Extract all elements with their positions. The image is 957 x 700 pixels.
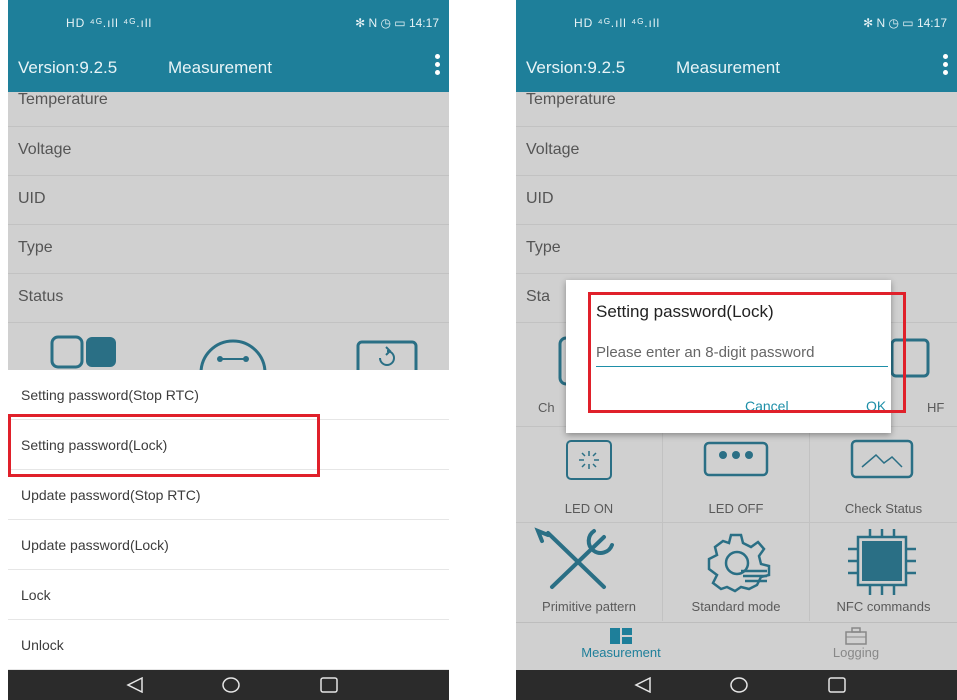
list-row-uid[interactable]: UID — [8, 176, 449, 225]
signal-indicators: HD ⁴ᴳ.ıll ⁴ᴳ.ıll — [574, 16, 661, 30]
status-right: ✻ N ◷ ▭ 14:17 — [355, 16, 439, 30]
grid-cell-led-on[interactable]: LED ON — [516, 427, 663, 523]
grid-cell-led-off[interactable]: LED OFF — [663, 427, 810, 523]
chip-icon — [848, 529, 916, 595]
list-row-temperature[interactable]: Temperature — [8, 92, 449, 127]
menu-item-setting-password-stop-rtc[interactable]: Setting password(Stop RTC) — [8, 370, 449, 420]
grid-cell-primitive-pattern[interactable]: Primitive pattern — [516, 523, 663, 621]
grid-label-check-partial: Ch — [538, 400, 555, 415]
overflow-menu-icon[interactable] — [433, 54, 441, 78]
phone-screen-left: HD ⁴ᴳ.ıll ⁴ᴳ.ıll ✻ N ◷ ▭ 14:17 Version:9… — [8, 0, 449, 700]
signal-indicators: HD ⁴ᴳ.ıll ⁴ᴳ.ıll — [66, 16, 153, 30]
grid-label-primitive-pattern: Primitive pattern — [542, 599, 636, 614]
status-right: ✻ N ◷ ▭ 14:17 — [863, 16, 947, 30]
grid-label-check-status: Check Status — [844, 501, 923, 516]
phone-screen-right: HD ⁴ᴳ.ıll ⁴ᴳ.ıll ✻ N ◷ ▭ 14:17 Version:9… — [516, 0, 957, 700]
app-bar: Version:9.2.5 Measurement — [516, 42, 957, 92]
grid-label-led-on: LED ON — [564, 501, 614, 516]
tab-label-measurement: Measurement — [581, 645, 661, 660]
overflow-menu-icon[interactable] — [941, 54, 949, 78]
grid-icon — [50, 335, 116, 369]
list-row-type[interactable]: Type — [516, 225, 957, 274]
grid-cell-nfc-commands[interactable]: NFC commands — [810, 523, 957, 621]
grid-label-nfc-commands: NFC commands — [836, 599, 931, 614]
grid-label-led-off: LED OFF — [708, 501, 764, 516]
highlight-box — [588, 292, 906, 413]
app-bar: Version:9.2.5 Measurement — [8, 42, 449, 92]
tools-icon — [534, 527, 614, 589]
list-row-voltage[interactable]: Voltage — [516, 127, 957, 176]
menu-item-unlock[interactable]: Unlock — [8, 620, 449, 670]
back-triangle-icon[interactable] — [126, 677, 144, 693]
grid-cell-check-status[interactable]: Check Status — [810, 427, 957, 523]
grid-label-uhf-partial: HF — [927, 400, 945, 415]
tab-label-logging: Logging — [832, 645, 880, 660]
version-label: Version:9.2.5 — [526, 58, 626, 77]
mountain-icon — [850, 439, 914, 479]
system-nav-bar — [516, 670, 957, 700]
briefcase-icon — [845, 627, 867, 645]
measurement-list: Temperature Voltage UID Type Status — [8, 92, 449, 323]
layout-icon — [610, 628, 632, 644]
status-bar: HD ⁴ᴳ.ıll ⁴ᴳ.ıll ✻ N ◷ ▭ 14:17 — [516, 0, 957, 42]
version-label: Version:9.2.5 — [18, 58, 118, 77]
list-row-uid[interactable]: UID — [516, 176, 957, 225]
home-circle-icon[interactable] — [222, 677, 240, 693]
refresh-icon — [356, 340, 418, 372]
menu-item-lock[interactable]: Lock — [8, 570, 449, 620]
bottom-navigation: Measurement Logging — [516, 622, 957, 671]
app-title: Measurement — [168, 58, 272, 77]
list-row-temperature[interactable]: Temperature — [516, 92, 957, 127]
status-bar: HD ⁴ᴳ.ıll ⁴ᴳ.ıll ✻ N ◷ ▭ 14:17 — [8, 0, 449, 42]
tab-logging[interactable]: Logging — [796, 627, 916, 660]
back-triangle-icon[interactable] — [634, 677, 652, 693]
tab-measurement[interactable]: Measurement — [556, 627, 686, 660]
dots-icon — [703, 441, 769, 477]
grid-label-standard-mode: Standard mode — [691, 599, 781, 614]
app-title: Measurement — [676, 58, 780, 77]
system-nav-bar — [8, 670, 449, 700]
list-row-voltage[interactable]: Voltage — [8, 127, 449, 176]
recents-square-icon[interactable] — [320, 677, 338, 693]
link-icon — [199, 339, 267, 373]
menu-item-update-password-lock[interactable]: Update password(Lock) — [8, 520, 449, 570]
grid-cell-standard-mode[interactable]: Standard mode — [663, 523, 810, 621]
list-row-status[interactable]: Status — [8, 274, 449, 323]
highlight-box — [8, 414, 320, 477]
home-circle-icon[interactable] — [730, 677, 748, 693]
list-row-type[interactable]: Type — [8, 225, 449, 274]
menu-item-update-password-stop-rtc[interactable]: Update password(Stop RTC) — [8, 470, 449, 520]
gear-icon — [707, 533, 771, 593]
sun-icon — [566, 440, 612, 480]
recents-square-icon[interactable] — [828, 677, 846, 693]
